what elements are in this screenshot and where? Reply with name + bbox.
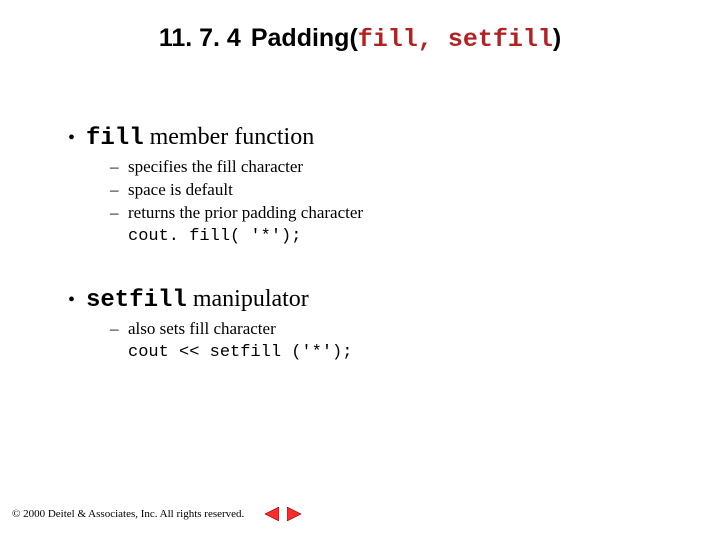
copyright-text: © 2000 Deitel & Associates, Inc. All rig… bbox=[12, 508, 244, 520]
bullet-dot-icon: • bbox=[68, 127, 86, 150]
bullet-text-fill: member function bbox=[144, 124, 315, 150]
footer: © 2000 Deitel & Associates, Inc. All rig… bbox=[12, 506, 304, 522]
bullet-dot-icon: • bbox=[68, 289, 86, 312]
slide: 11. 7. 4Padding(fill, setfill) •fill mem… bbox=[0, 0, 720, 540]
sublist-setfill: –also sets fill character bbox=[110, 318, 668, 341]
dash-icon: – bbox=[110, 179, 128, 202]
sub-text: returns the prior padding character bbox=[128, 203, 363, 222]
sub-text: specifies the fill character bbox=[128, 157, 303, 176]
title-code-fill: fill bbox=[358, 25, 418, 54]
sublist-fill: –specifies the fill character –space is … bbox=[110, 156, 668, 225]
slide-title: 11. 7. 4 Padding(fill, setfill) bbox=[0, 24, 720, 54]
prev-slide-button[interactable] bbox=[262, 506, 280, 522]
dash-icon: – bbox=[110, 156, 128, 179]
sub-text: also sets fill character bbox=[128, 319, 276, 338]
dash-icon: – bbox=[110, 318, 128, 341]
arrow-right-icon bbox=[287, 507, 303, 521]
code-line-fill: cout. fill( '*'); bbox=[128, 227, 668, 246]
dash-icon: – bbox=[110, 202, 128, 225]
list-item: –space is default bbox=[110, 179, 668, 202]
list-item: –also sets fill character bbox=[110, 318, 668, 341]
bullet-code-setfill: setfill bbox=[86, 287, 187, 314]
title-close-paren: ) bbox=[553, 24, 561, 52]
bullet-text-setfill: manipulator bbox=[187, 286, 309, 312]
title-section-number: 11. 7. 4 bbox=[159, 24, 241, 52]
list-item: –returns the prior padding character bbox=[110, 202, 668, 225]
title-word: Padding( bbox=[251, 24, 358, 52]
title-code-setfill: setfill bbox=[448, 25, 553, 54]
sub-text: space is default bbox=[128, 180, 233, 199]
bullet-setfill-manipulator: •setfill manipulator bbox=[68, 286, 668, 314]
arrow-left-icon bbox=[263, 507, 279, 521]
code-line-setfill: cout << setfill ('*'); bbox=[128, 343, 668, 362]
title-separator: , bbox=[418, 25, 448, 54]
list-item: –specifies the fill character bbox=[110, 156, 668, 179]
slide-body: •fill member function –specifies the fil… bbox=[68, 110, 668, 362]
next-slide-button[interactable] bbox=[286, 506, 304, 522]
bullet-fill-member: •fill member function bbox=[68, 124, 668, 152]
nav-arrows bbox=[262, 506, 304, 522]
bullet-code-fill: fill bbox=[86, 125, 144, 152]
